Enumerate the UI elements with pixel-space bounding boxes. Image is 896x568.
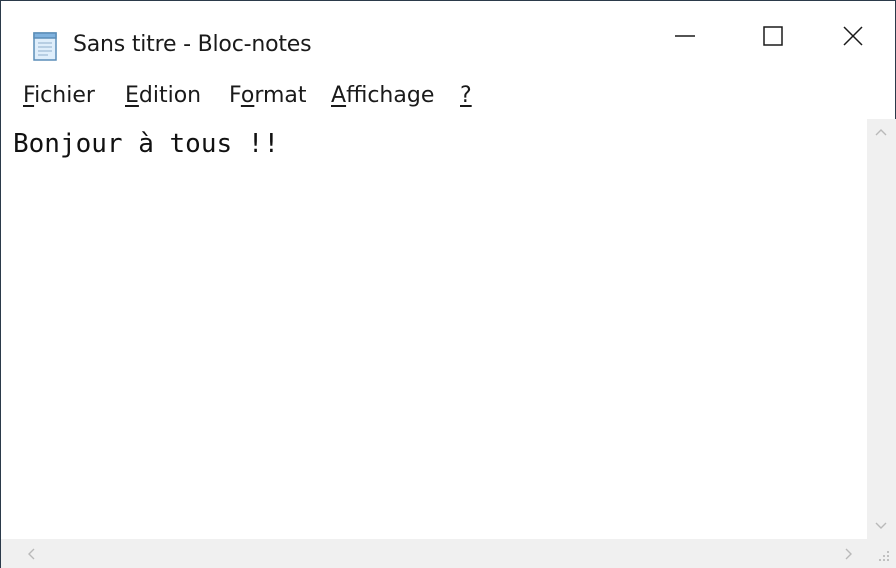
close-icon [842,25,864,51]
scroll-right-icon[interactable] [841,546,855,565]
title-bar[interactable]: Sans titre - Bloc-notes [1,1,895,75]
notepad-window: Sans titre - Bloc-notes Fichier Edition … [0,0,896,568]
vertical-scrollbar[interactable] [867,119,896,539]
horizontal-scrollbar[interactable] [1,539,867,568]
menu-edition[interactable]: Edition [125,83,201,108]
scroll-down-icon[interactable] [874,517,888,536]
minimize-icon [674,25,696,51]
scroll-left-icon[interactable] [25,546,39,565]
notepad-icon [31,30,59,62]
window-title: Sans titre - Bloc-notes [73,32,312,57]
text-editor[interactable]: Bonjour à tous !! [1,119,867,539]
menu-fichier[interactable]: Fichier [23,83,95,108]
scroll-up-icon[interactable] [874,125,888,144]
editor-content: Bonjour à tous !! [13,129,280,159]
resize-grip-icon [875,547,891,567]
resize-grip[interactable] [867,539,896,568]
menu-help[interactable]: ? [460,83,472,108]
close-button[interactable] [809,1,896,75]
menu-bar: Fichier Edition Format Affichage ? [1,75,895,120]
menu-format[interactable]: Format [229,83,307,108]
minimize-button[interactable] [641,1,729,75]
maximize-button[interactable] [729,1,817,75]
maximize-icon [762,25,784,51]
menu-affichage[interactable]: Affichage [331,83,434,108]
